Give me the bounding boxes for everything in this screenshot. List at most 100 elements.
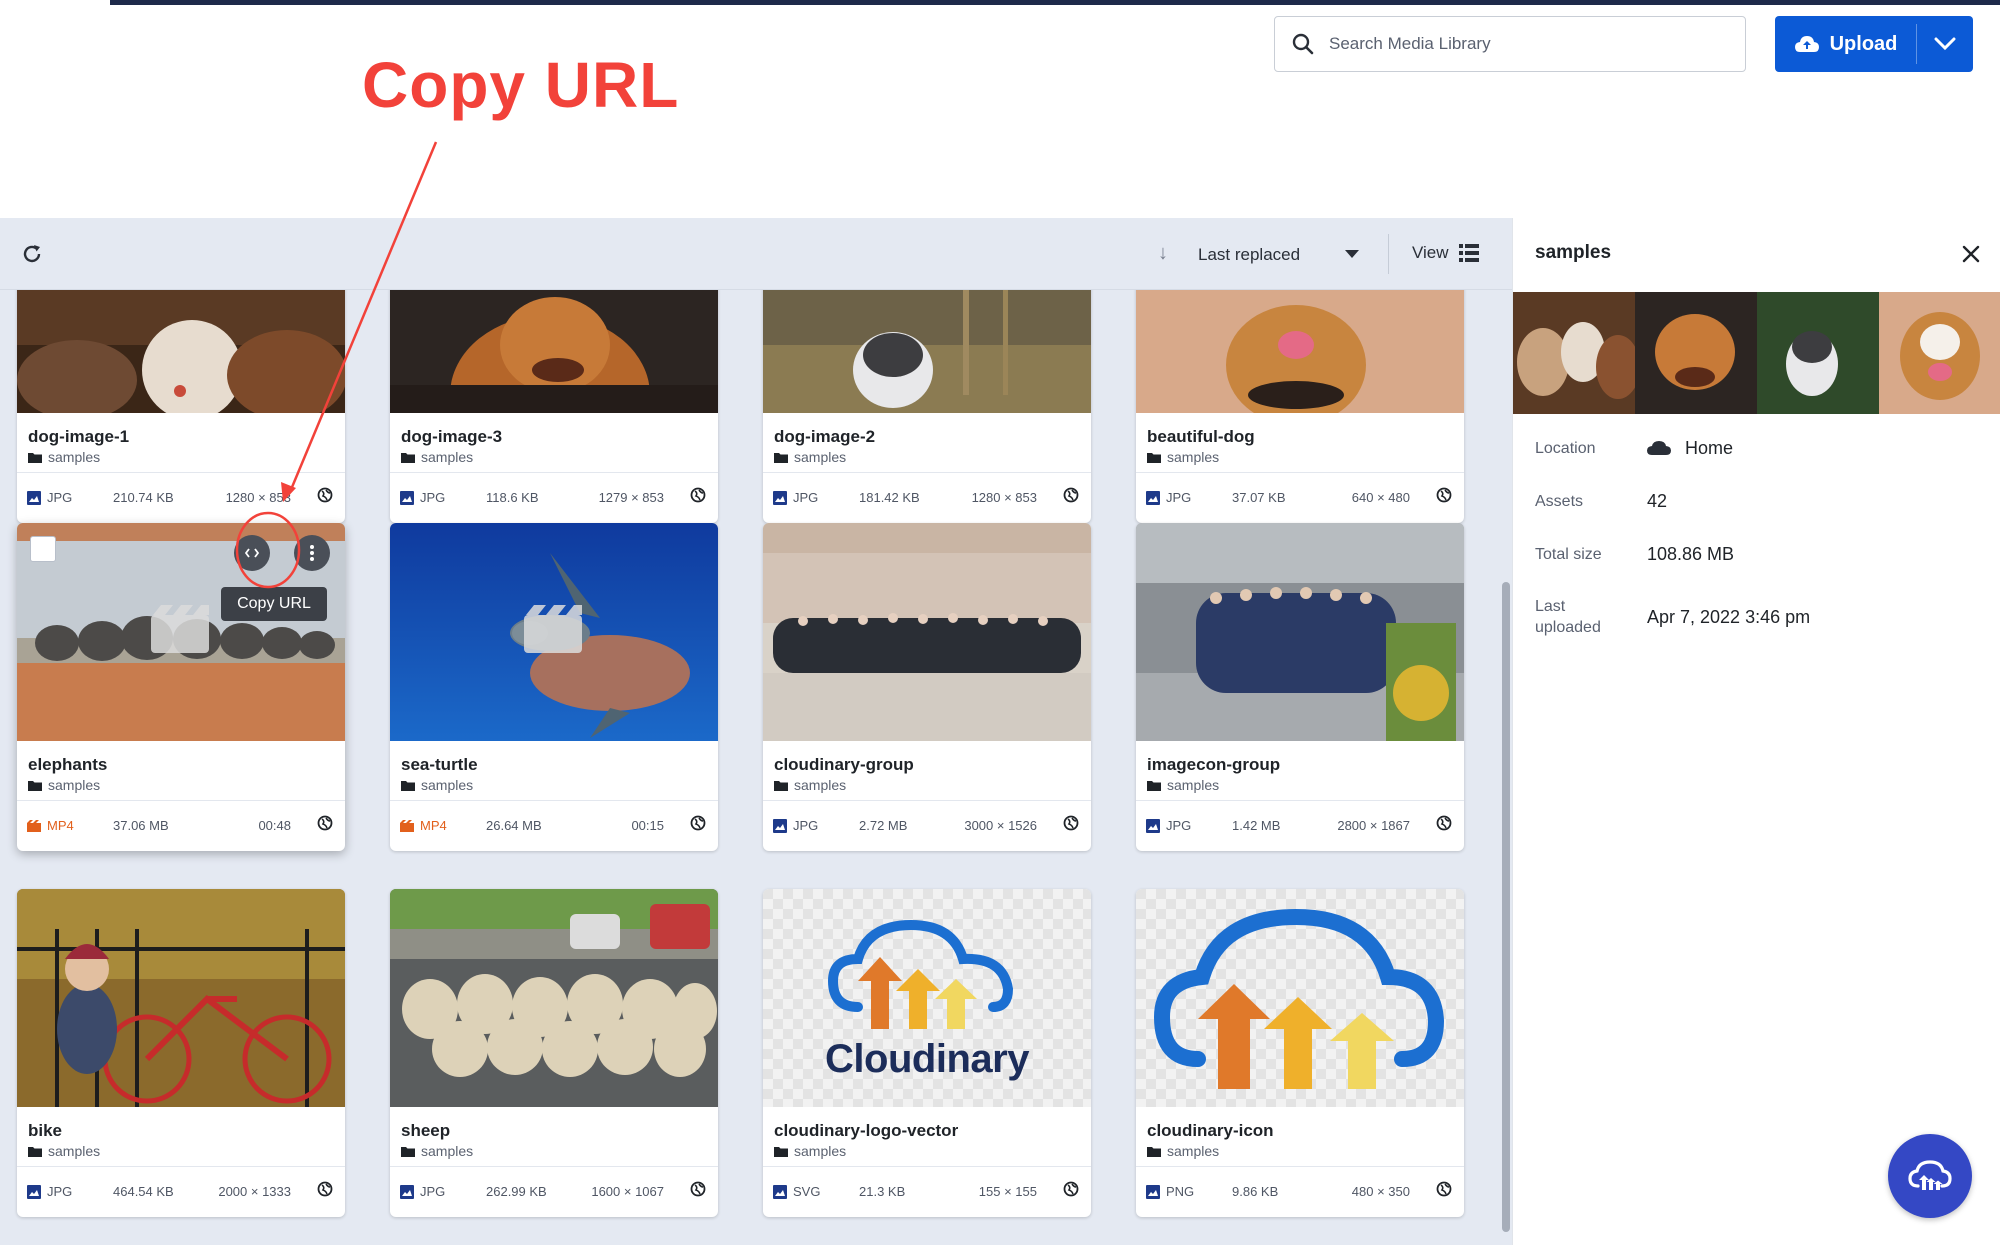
kebab-menu-icon [310, 545, 314, 561]
asset-card[interactable]: imagecon-group samples JPG 1.42 MB 2800 … [1136, 523, 1464, 851]
thumbnail-image [1136, 523, 1464, 741]
image-type-icon [27, 490, 41, 505]
preview-thumbnail [1513, 292, 1635, 414]
more-options-button[interactable] [294, 535, 330, 571]
thumbnail-image [763, 290, 1091, 413]
view-toggle[interactable]: View [1412, 243, 1449, 263]
globe-icon[interactable] [690, 487, 706, 503]
search-input[interactable] [1329, 34, 1709, 54]
folder-row: samples [401, 449, 473, 465]
folder-icon [774, 1146, 788, 1157]
sort-select[interactable]: Last replaced [1198, 245, 1300, 265]
folder-row: samples [401, 777, 473, 793]
sort-direction-icon[interactable]: ↓ [1158, 242, 1168, 265]
search-box[interactable] [1274, 16, 1746, 72]
asset-meta: MP4 26.64 MB 00:15 [390, 801, 718, 851]
file-size: 118.6 KB [486, 490, 539, 505]
file-size: 262.99 KB [486, 1184, 547, 1199]
globe-icon[interactable] [1436, 815, 1452, 831]
cloud-upload-icon [1794, 36, 1819, 52]
file-type: PNG [1166, 1184, 1195, 1199]
toolbar-divider [1388, 234, 1389, 274]
folder-row: samples [28, 1143, 100, 1159]
copy-url-button[interactable] [234, 535, 270, 571]
top-progress-line [0, 0, 2000, 5]
cloudinary-cloud-icon [1908, 1160, 1952, 1190]
last-uploaded-label-line1: Last [1535, 598, 1566, 615]
file-type: JPG [420, 490, 446, 505]
video-play-icon [524, 605, 582, 653]
cloudinary-wordmark: Cloudinary [825, 1037, 1029, 1081]
file-dimensions: 2000 × 1333 [218, 1184, 291, 1199]
file-type: JPG [47, 1184, 73, 1199]
globe-icon[interactable] [690, 815, 706, 831]
image-type-icon [773, 1184, 787, 1199]
folder-row: samples [774, 1143, 846, 1159]
thumbnail-image [1136, 290, 1464, 413]
upload-button-group: Upload [1775, 16, 1973, 72]
folder-icon [1147, 780, 1161, 791]
asset-card[interactable]: dog-image-2 samples JPG 181.42 KB 1280 ×… [763, 290, 1091, 523]
select-checkbox[interactable] [30, 536, 56, 562]
asset-card[interactable]: dog-image-1 samples JPG 210.74 KB 1280 ×… [17, 290, 345, 523]
folder-name: samples [48, 1143, 101, 1159]
total-size-label: Total size [1535, 546, 1602, 563]
folder-icon [1147, 1146, 1161, 1157]
folder-name: samples [1167, 777, 1220, 793]
folder-icon [774, 452, 788, 463]
globe-icon[interactable] [317, 815, 333, 831]
file-size: 210.74 KB [113, 490, 174, 505]
asset-card-hovered[interactable]: Copy URL elephants samples MP4 37.06 MB … [17, 523, 345, 851]
globe-icon[interactable] [1063, 1181, 1079, 1197]
folder-name: samples [48, 449, 101, 465]
thumbnail-image [17, 290, 345, 413]
refresh-button[interactable] [16, 238, 48, 270]
file-size: 181.42 KB [859, 490, 920, 505]
location-label: Location [1535, 440, 1596, 457]
refresh-icon [23, 245, 41, 263]
asset-name: cloudinary-logo-vector [774, 1121, 959, 1140]
globe-icon[interactable] [1436, 487, 1452, 503]
globe-icon[interactable] [690, 1181, 706, 1197]
asset-meta: JPG 2.72 MB 3000 × 1526 [763, 801, 1091, 851]
cloudinary-help-button[interactable] [1888, 1134, 1972, 1218]
folder-preview-strip [1513, 292, 2000, 414]
globe-icon[interactable] [317, 487, 333, 503]
file-size: 21.3 KB [859, 1184, 906, 1199]
asset-card[interactable]: cloudinary-icon samples PNG 9.86 KB 480 … [1136, 889, 1464, 1217]
upload-options-dropdown[interactable] [1917, 16, 1973, 72]
close-panel-button[interactable] [1957, 240, 1985, 268]
folder-name: samples [421, 777, 474, 793]
globe-icon[interactable] [1063, 487, 1079, 503]
caret-down-icon[interactable] [1345, 250, 1359, 259]
folder-row: samples [1147, 1143, 1219, 1159]
asset-name: cloudinary-group [774, 755, 914, 774]
folder-icon [1147, 452, 1161, 463]
asset-meta: JPG 262.99 KB 1600 × 1067 [390, 1167, 718, 1217]
grid-scrollbar-thumb[interactable] [1502, 582, 1510, 1232]
file-dimensions: 1600 × 1067 [591, 1184, 664, 1199]
folder-icon [28, 780, 42, 791]
upload-label: Upload [1829, 32, 1898, 55]
asset-card[interactable]: beautiful-dog samples JPG 37.07 KB 640 ×… [1136, 290, 1464, 523]
file-size: 37.07 KB [1232, 490, 1286, 505]
globe-icon[interactable] [1063, 815, 1079, 831]
folder-icon [28, 1146, 42, 1157]
asset-card[interactable]: dog-image-3 samples JPG 118.6 KB 1279 × … [390, 290, 718, 523]
assets-value: 42 [1647, 491, 1668, 511]
globe-icon[interactable] [1436, 1181, 1452, 1197]
asset-card[interactable]: Cloudinary cloudinary-logo-vector sample… [763, 889, 1091, 1217]
asset-grid: dog-image-1 samples JPG 210.74 KB 1280 ×… [0, 290, 1512, 1245]
asset-meta: MP4 37.06 MB 00:48 [17, 801, 345, 851]
asset-card[interactable]: bike samples JPG 464.54 KB 2000 × 1333 [17, 889, 345, 1217]
asset-card[interactable]: sheep samples JPG 262.99 KB 1600 × 1067 [390, 889, 718, 1217]
location-value[interactable]: Home [1685, 438, 1733, 459]
asset-card[interactable]: cloudinary-group samples JPG 2.72 MB 300… [763, 523, 1091, 851]
globe-icon[interactable] [317, 1181, 333, 1197]
asset-card[interactable]: sea-turtle samples MP4 26.64 MB 00:15 [390, 523, 718, 851]
last-uploaded-value: Apr 7, 2022 3:46 pm [1647, 607, 1811, 627]
file-type: JPG [47, 490, 73, 505]
folder-name: samples [794, 449, 847, 465]
list-view-icon[interactable] [1459, 244, 1479, 262]
upload-button[interactable]: Upload [1775, 16, 1916, 72]
